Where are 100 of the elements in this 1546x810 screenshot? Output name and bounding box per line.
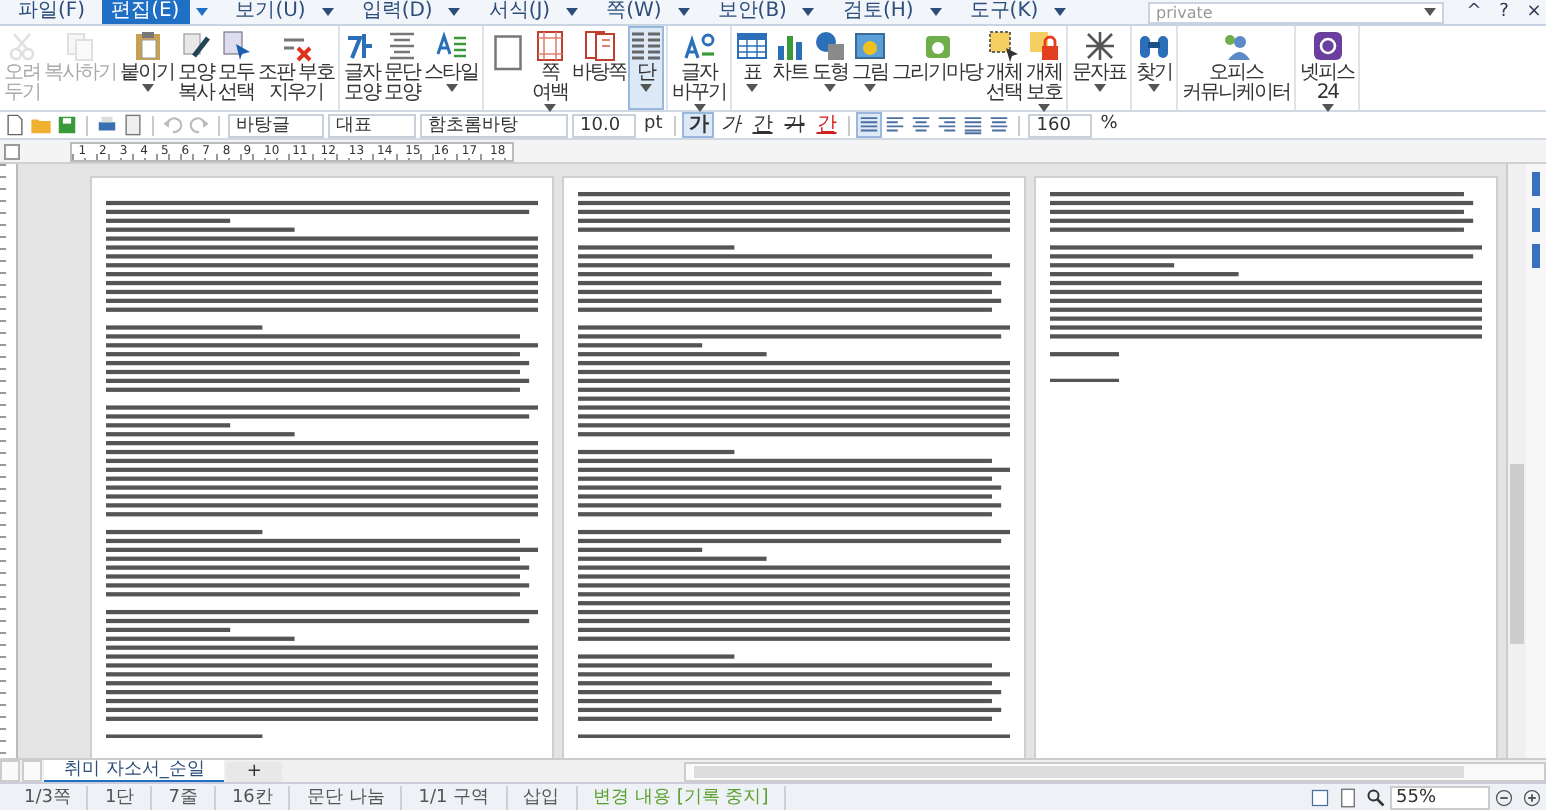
menu-item[interactable]: 도구(K) — [959, 0, 1049, 24]
menu-item[interactable]: 보안(B) — [707, 0, 797, 24]
caret-icon — [640, 84, 653, 92]
scissors-icon — [6, 30, 38, 62]
lock-icon — [1028, 30, 1061, 62]
status-item: 16칸 — [215, 785, 291, 809]
binoculars-icon — [1138, 30, 1171, 62]
zoom-out-icon[interactable] — [1494, 787, 1514, 807]
status-item: 1/3쪽 — [8, 785, 89, 809]
scrollbar[interactable] — [1506, 164, 1526, 758]
unit-label: pt — [642, 114, 665, 136]
zoom-dropdown[interactable]: 55% — [1390, 785, 1490, 809]
menu-item[interactable]: 쪽(W) — [596, 0, 672, 24]
font-dropdown[interactable]: 함초롬바탕 — [420, 113, 568, 137]
picture-icon — [854, 30, 887, 62]
ribbon-button[interactable]: 모두 선택 — [216, 26, 256, 110]
style-icon — [435, 30, 468, 62]
menu-item[interactable]: 편집(E) — [101, 0, 190, 24]
status-item: 7줄 — [152, 785, 216, 809]
replace-icon — [683, 30, 716, 62]
language-dropdown[interactable]: 대표 — [328, 113, 416, 137]
zoom-in-icon[interactable] — [1522, 787, 1542, 807]
align-icon[interactable] — [884, 114, 907, 136]
ribbon-button[interactable]: 바탕쪽 — [570, 26, 629, 110]
select-object-icon — [988, 30, 1021, 62]
align-icon[interactable] — [936, 114, 959, 136]
caret-icon[interactable] — [566, 8, 579, 16]
align-icon[interactable] — [962, 114, 985, 136]
format-button[interactable]: 가 — [684, 114, 713, 136]
caret-icon[interactable] — [1424, 8, 1436, 16]
ribbon-button[interactable]: 도형 — [810, 26, 851, 110]
menu-item[interactable]: 파일(F) — [8, 0, 96, 24]
line-spacing-field[interactable]: 160 — [1028, 113, 1093, 137]
caret-icon — [141, 84, 153, 92]
caret-icon[interactable] — [195, 8, 208, 16]
unit-label: % — [1098, 114, 1120, 136]
save-icon[interactable] — [56, 114, 78, 136]
ribbon-button[interactable]: 모양 복사 — [176, 26, 216, 110]
menu-item[interactable]: 입력(D) — [351, 0, 443, 24]
shapes-icon — [814, 30, 847, 62]
caret-icon[interactable] — [802, 8, 815, 16]
caret-icon — [746, 84, 759, 92]
ribbon-button[interactable]: 오피스 커뮤니케이터 — [1180, 26, 1293, 110]
format-button[interactable]: 가 — [780, 114, 809, 136]
brush-icon — [180, 30, 212, 62]
align-icon[interactable] — [858, 114, 881, 136]
style-dropdown[interactable]: 바탕글 — [228, 113, 324, 137]
caret-icon — [1093, 84, 1106, 92]
format-button[interactable]: 가 — [716, 114, 745, 136]
format-button[interactable]: 간 — [748, 114, 777, 136]
document-tab[interactable]: + — [226, 761, 282, 781]
font-size-field[interactable]: 10.0 — [572, 113, 636, 137]
ribbon-button[interactable]: 스타일 — [422, 26, 481, 110]
printer-icon[interactable] — [96, 114, 118, 136]
caret-icon[interactable] — [321, 8, 334, 16]
status-item: 문단 나눔 — [290, 785, 403, 809]
menu-item[interactable]: 보기(U) — [225, 0, 316, 24]
align-icon[interactable] — [988, 114, 1011, 136]
caret-icon — [864, 84, 877, 92]
caret-icon[interactable] — [448, 8, 461, 16]
ribbon-button[interactable]: 차트 — [770, 26, 811, 110]
scrollbar[interactable] — [683, 761, 1546, 781]
ribbon-button[interactable]: 조판 부호 지우기 — [256, 26, 337, 110]
symbol-icon — [1083, 30, 1116, 62]
ribbon-button[interactable]: 찾기 — [1134, 26, 1175, 110]
ribbon-button[interactable]: 글자 모양 — [342, 26, 383, 110]
ribbon-button[interactable]: 그림 — [850, 26, 891, 110]
ribbon-button[interactable]: 문단 모양 — [382, 26, 423, 110]
status-item: 변경 내용 [기록 중지] — [577, 785, 787, 809]
window-button[interactable]: ^ — [1462, 1, 1486, 23]
ribbon-button[interactable]: 문자표 — [1070, 26, 1129, 110]
ribbon-button[interactable]: 표 — [734, 26, 771, 110]
cursor-icon — [220, 30, 252, 62]
document-tab[interactable]: 취미 자소서_순일 — [44, 760, 225, 782]
people-icon — [1220, 30, 1253, 62]
ribbon-button[interactable]: 단 — [628, 26, 665, 110]
format-button[interactable]: 간 — [812, 114, 841, 136]
copy-icon — [64, 30, 96, 62]
window-button[interactable]: × — [1522, 1, 1546, 23]
bar-chart-icon — [774, 30, 807, 62]
ribbon-button[interactable]: 붙이기 — [118, 26, 176, 110]
status-item: 삽입 — [507, 785, 578, 809]
ribbon-button[interactable]: 그리기마당 — [890, 26, 985, 110]
search-icon[interactable] — [1366, 787, 1386, 807]
menu-item[interactable]: 서식(J) — [478, 0, 561, 24]
status-item: 1단 — [88, 785, 153, 809]
menu-item[interactable]: 검토(H) — [832, 0, 924, 24]
caret-icon — [445, 84, 458, 92]
caret-icon[interactable] — [1054, 8, 1067, 16]
status-item: 1/1 구역 — [402, 785, 508, 809]
columns-icon — [630, 30, 663, 62]
ribbon-button[interactable]: 개체 선택 — [984, 26, 1025, 110]
window-button[interactable]: ? — [1492, 1, 1516, 23]
caret-icon — [1148, 84, 1161, 92]
caret-icon[interactable] — [929, 8, 942, 16]
align-icon[interactable] — [910, 114, 933, 136]
caret-icon — [824, 84, 837, 92]
caret-icon[interactable] — [677, 8, 690, 16]
paragraph-icon — [386, 30, 419, 62]
preview-icon[interactable] — [122, 114, 144, 136]
